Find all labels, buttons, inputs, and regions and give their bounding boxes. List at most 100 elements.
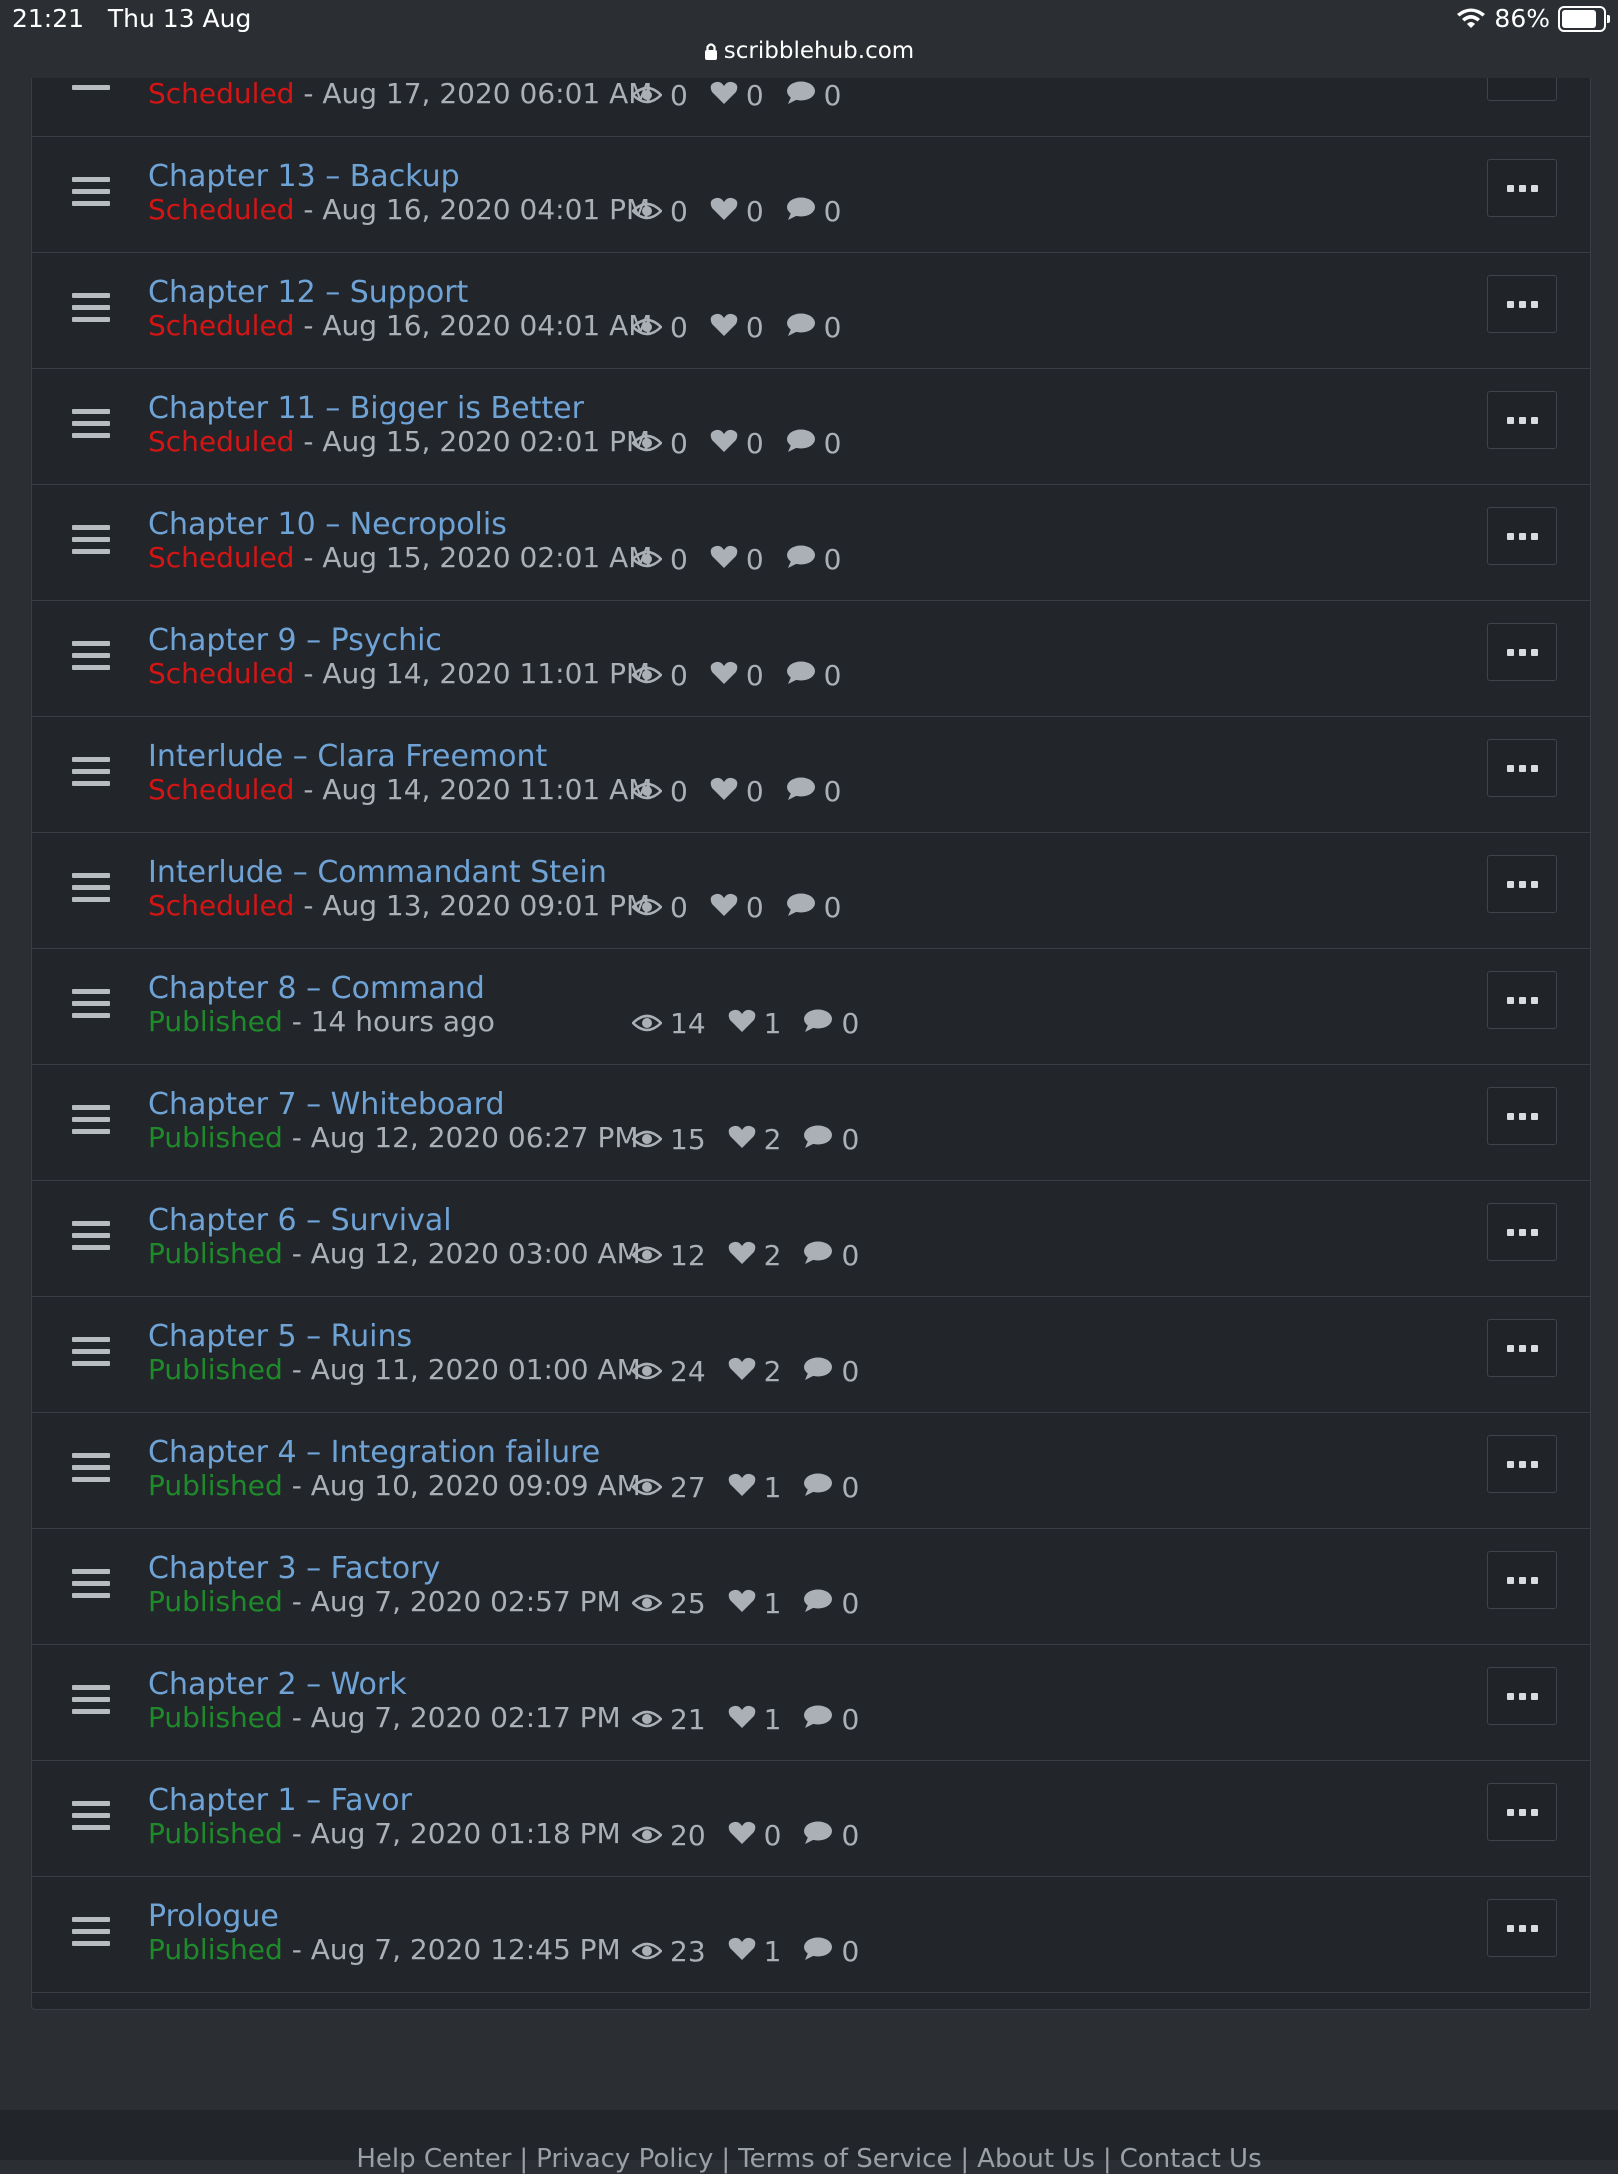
more-options-button[interactable] bbox=[1487, 507, 1557, 565]
drag-handle-icon[interactable] bbox=[72, 1801, 110, 1835]
heart-icon bbox=[710, 311, 738, 344]
drag-handle-icon[interactable] bbox=[72, 1569, 110, 1603]
chapter-title-link[interactable]: Chapter 4 – Integration failure bbox=[148, 1435, 600, 1470]
chapter-title-link[interactable]: Chapter 3 – Factory bbox=[148, 1551, 440, 1586]
drag-handle-icon[interactable] bbox=[72, 989, 110, 1023]
more-options-button[interactable] bbox=[1487, 159, 1557, 217]
chapter-title-link[interactable]: Prologue bbox=[148, 1899, 279, 1934]
drag-handle-icon[interactable] bbox=[72, 1105, 110, 1139]
status-label: Scheduled bbox=[148, 193, 295, 226]
more-options-button[interactable] bbox=[1487, 1551, 1557, 1609]
footer-link[interactable]: Privacy Policy bbox=[536, 2144, 713, 2174]
more-options-button[interactable] bbox=[1487, 971, 1557, 1029]
chapter-date: - Aug 14, 2020 11:01 PM bbox=[294, 657, 651, 690]
more-options-button[interactable] bbox=[1487, 1319, 1557, 1377]
chapter-title-link[interactable]: Chapter 1 – Favor bbox=[148, 1783, 412, 1818]
eye-icon bbox=[631, 1587, 663, 1620]
heart-icon bbox=[728, 1819, 756, 1852]
chapter-row: Chapter 13 – Backup Scheduled - Aug 16, … bbox=[32, 137, 1590, 253]
more-options-button[interactable] bbox=[1487, 623, 1557, 681]
more-options-button[interactable] bbox=[1487, 1667, 1557, 1725]
comments-count: 0 bbox=[823, 543, 842, 576]
chapter-stats: 0 0 0 bbox=[631, 311, 863, 344]
likes-stat: 1 bbox=[728, 1703, 782, 1736]
drag-handle-icon[interactable] bbox=[72, 525, 110, 559]
footer-link[interactable]: Help Center bbox=[356, 2144, 511, 2174]
likes-stat: 0 bbox=[710, 195, 764, 228]
more-options-button[interactable] bbox=[1487, 391, 1557, 449]
drag-handle-icon[interactable] bbox=[72, 293, 110, 327]
more-options-button[interactable] bbox=[1487, 1203, 1557, 1261]
views-stat: 0 bbox=[631, 427, 688, 460]
eye-icon bbox=[631, 427, 663, 460]
drag-handle-icon[interactable] bbox=[72, 1221, 110, 1255]
drag-handle-icon[interactable] bbox=[72, 177, 110, 211]
chapter-status-line: Published - Aug 7, 2020 01:18 PM bbox=[148, 1817, 621, 1850]
chapter-title-link[interactable]: Chapter 5 – Ruins bbox=[148, 1319, 412, 1354]
drag-handle-icon[interactable] bbox=[72, 1917, 110, 1951]
footer-link[interactable]: About Us bbox=[977, 2144, 1095, 2174]
comment-icon bbox=[803, 1355, 833, 1388]
footer-link[interactable]: Terms of Service bbox=[738, 2144, 952, 2174]
footer-separator: | bbox=[519, 2144, 529, 2174]
likes-count: 1 bbox=[763, 1703, 782, 1736]
drag-handle-icon[interactable] bbox=[72, 1685, 110, 1719]
chapter-date: - Aug 13, 2020 09:01 PM bbox=[294, 889, 651, 922]
chapter-title-link[interactable]: Chapter 6 – Survival bbox=[148, 1203, 452, 1238]
more-options-button[interactable] bbox=[1487, 1435, 1557, 1493]
more-options-button[interactable] bbox=[1487, 1087, 1557, 1145]
more-options-button[interactable] bbox=[1487, 275, 1557, 333]
footer-link[interactable]: Contact Us bbox=[1120, 2144, 1262, 2174]
likes-stat: 0 bbox=[710, 79, 764, 112]
chapter-title-link[interactable]: Chapter 12 – Support bbox=[148, 275, 468, 310]
comments-count: 0 bbox=[841, 1355, 860, 1388]
chapter-title-link[interactable]: Chapter 9 – Psychic bbox=[148, 623, 442, 658]
heart-icon bbox=[728, 1123, 756, 1156]
chapter-title-link[interactable]: Interlude – Clara Freemont bbox=[148, 739, 547, 774]
chapter-title-link[interactable]: Chapter 13 – Backup bbox=[148, 159, 460, 194]
more-options-button[interactable] bbox=[1487, 1783, 1557, 1841]
more-options-button[interactable] bbox=[1487, 739, 1557, 797]
chapter-title-link[interactable]: Chapter 10 – Necropolis bbox=[148, 507, 507, 542]
more-options-button[interactable] bbox=[1487, 1899, 1557, 1957]
views-stat: 25 bbox=[631, 1587, 706, 1620]
status-label: Scheduled bbox=[148, 541, 295, 574]
drag-handle-icon[interactable] bbox=[72, 409, 110, 443]
drag-handle-icon[interactable] bbox=[72, 1453, 110, 1487]
chapter-status-line: Scheduled - Aug 14, 2020 11:01 PM bbox=[148, 657, 650, 690]
drag-handle-icon[interactable] bbox=[72, 641, 110, 675]
chapter-title-link[interactable]: Chapter 11 – Bigger is Better bbox=[148, 391, 584, 426]
chapter-title-link[interactable]: Chapter 8 – Command bbox=[148, 971, 485, 1006]
chapter-row: Chapter 11 – Bigger is Better Scheduled … bbox=[32, 369, 1590, 485]
views-stat: 12 bbox=[631, 1239, 706, 1272]
comment-icon bbox=[786, 659, 816, 692]
chapter-date: - Aug 7, 2020 02:17 PM bbox=[282, 1701, 621, 1734]
views-count: 0 bbox=[670, 311, 688, 344]
comment-icon bbox=[786, 195, 816, 228]
chapter-stats: 27 1 0 bbox=[631, 1471, 881, 1504]
chapter-title-link[interactable]: Chapter 2 – Work bbox=[148, 1667, 407, 1702]
drag-handle-icon[interactable] bbox=[72, 873, 110, 907]
battery-fill bbox=[1562, 9, 1597, 28]
chapter-stats: 23 1 0 bbox=[631, 1935, 881, 1968]
chapter-status-line: Published - Aug 7, 2020 12:45 PM bbox=[148, 1933, 621, 1966]
chapter-status-line: Published - Aug 7, 2020 02:17 PM bbox=[148, 1701, 621, 1734]
status-label: Published bbox=[148, 1005, 283, 1038]
chapter-status-line: Published - 14 hours ago bbox=[148, 1005, 495, 1038]
drag-handle-icon[interactable] bbox=[72, 1337, 110, 1371]
drag-handle-icon[interactable] bbox=[72, 757, 110, 791]
url-bar[interactable]: scribblehub.com bbox=[0, 38, 1618, 64]
chapter-status-line: Published - Aug 12, 2020 03:00 AM bbox=[148, 1237, 641, 1270]
comment-icon bbox=[803, 1587, 833, 1620]
views-count: 23 bbox=[670, 1935, 706, 1968]
status-label: Published bbox=[148, 1237, 283, 1270]
views-count: 0 bbox=[670, 659, 688, 692]
more-options-button[interactable] bbox=[1487, 855, 1557, 913]
chapter-title-link[interactable]: Interlude – Commandant Stein bbox=[148, 855, 607, 890]
chapter-row: Chapter 7 – Whiteboard Published - Aug 1… bbox=[32, 1065, 1590, 1181]
chapter-status-line: Scheduled - Aug 15, 2020 02:01 AM bbox=[148, 541, 652, 574]
footer-separator: | bbox=[1102, 2144, 1112, 2174]
views-count: 21 bbox=[670, 1703, 706, 1736]
chapter-title-link[interactable]: Chapter 7 – Whiteboard bbox=[148, 1087, 505, 1122]
chapter-row: Chapter 5 – Ruins Published - Aug 11, 20… bbox=[32, 1297, 1590, 1413]
